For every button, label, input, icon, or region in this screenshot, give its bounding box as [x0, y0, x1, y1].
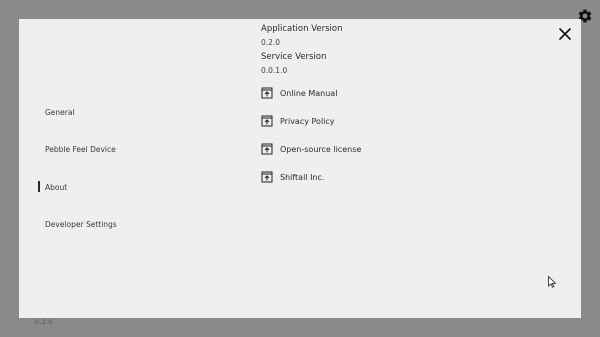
selected-indicator — [38, 181, 40, 192]
service-version-value: 0.0.1.0 — [261, 66, 288, 75]
external-link-icon — [261, 143, 273, 155]
external-link-icon — [261, 115, 273, 127]
sidebar-item-general[interactable]: General — [45, 108, 75, 117]
online-manual-link[interactable]: Online Manual — [261, 86, 337, 100]
privacy-policy-link[interactable]: Privacy Policy — [261, 114, 335, 128]
external-link-icon — [261, 171, 273, 183]
open-source-license-label: Open-source license — [280, 144, 362, 154]
sidebar-item-about[interactable]: About — [45, 183, 67, 192]
shiftall-link[interactable]: Shiftall Inc. — [261, 170, 324, 184]
shiftall-label: Shiftall Inc. — [280, 172, 325, 182]
app-version-value: 0.2.0 — [261, 38, 281, 47]
close-icon[interactable] — [557, 26, 573, 42]
settings-panel: General Pebble Feel Device About Develop… — [19, 19, 581, 318]
open-source-license-link[interactable]: Open-source license — [261, 142, 361, 156]
online-manual-label: Online Manual — [280, 88, 338, 98]
mouse-cursor-icon — [548, 276, 556, 288]
privacy-policy-label: Privacy Policy — [280, 116, 335, 126]
footer-version-text: 0.2.0 — [35, 318, 53, 326]
external-link-icon — [261, 87, 273, 99]
sidebar-item-developer-settings[interactable]: Developer Settings — [45, 220, 117, 229]
app-version-label: Application Version — [261, 24, 343, 34]
service-version-label: Service Version — [261, 52, 327, 62]
sidebar-item-pebble-feel-device[interactable]: Pebble Feel Device — [45, 145, 116, 154]
